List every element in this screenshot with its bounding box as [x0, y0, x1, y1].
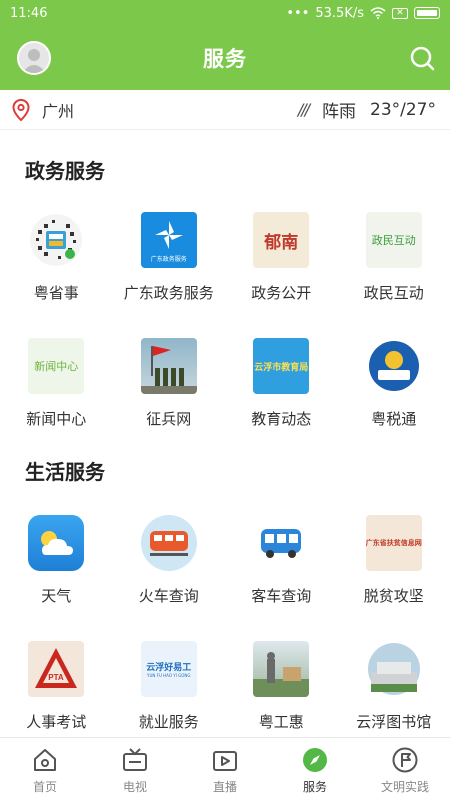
education-icon: 云浮市教育局: [253, 338, 310, 394]
service-item-gov-interact[interactable]: 政民互动 政民互动: [338, 202, 450, 328]
news-icon-text: 新闻中心: [34, 360, 79, 373]
service-item-train[interactable]: 火车查询: [113, 505, 226, 631]
service-item-news[interactable]: 新闻中心 新闻中心: [0, 328, 113, 454]
union-icon: [253, 641, 310, 697]
status-dots: •••: [286, 5, 310, 21]
edu-icon-text: 云浮市教育局: [254, 362, 309, 373]
library-icon: [365, 641, 422, 697]
recruit-icon: [140, 338, 197, 394]
tab-label: 文明实践: [380, 780, 429, 794]
employment-icon: 云浮好易工 YUN FU HAO YI GONG: [140, 641, 197, 697]
service-label: 人事考试: [26, 713, 87, 731]
life-services-grid: 天气 火车查询 客车查询 广东省扶贫信息网 脱贫攻坚 PTA 人事考试 云浮好易…: [0, 505, 450, 757]
service-label: 粤税通: [371, 410, 417, 428]
service-item-yueshengshi[interactable]: 粤省事: [0, 202, 113, 328]
service-label: 云浮图书馆: [356, 713, 432, 731]
section-title-gov: 政务服务: [25, 159, 105, 183]
tab-tv[interactable]: 电视: [90, 738, 180, 800]
service-label: 征兵网: [146, 410, 192, 428]
gov-services-grid: 粤省事 广东政务服务 广东政务服务 郁南 政务公开 政民互动 政民互动 新闻中心…: [0, 202, 450, 454]
home-icon: [34, 749, 56, 771]
rain-icon: ///: [297, 100, 310, 119]
service-item-weather[interactable]: 天气: [0, 505, 113, 631]
service-label: 新闻中心: [26, 410, 87, 428]
poverty-icon-text: 广东省扶贫信息网: [365, 538, 422, 547]
gov-interact-icon-text: 政民互动: [371, 234, 416, 247]
weather-info: /// 阵雨 23°/27°: [297, 97, 436, 123]
service-item-recruit[interactable]: 征兵网: [113, 328, 226, 454]
exam-icon: PTA: [28, 641, 85, 697]
tax-icon: [365, 338, 422, 394]
bus-icon: [253, 515, 310, 571]
service-label: 政务公开: [251, 284, 312, 302]
tab-civilization[interactable]: 文明实践: [360, 738, 450, 800]
app-header: 服务: [0, 26, 450, 90]
poverty-icon: 广东省扶贫信息网: [365, 515, 422, 571]
wifi-icon: [370, 7, 386, 19]
employ-icon-subtext: YUN FU HAO YI GONG: [147, 673, 191, 678]
train-icon: [140, 515, 197, 571]
city-label[interactable]: 广州: [42, 98, 74, 122]
tv-icon: [123, 748, 147, 771]
weather-condition: 阵雨: [322, 102, 356, 122]
flag-icon: [392, 747, 418, 773]
status-time: 11:46: [10, 5, 48, 21]
status-bar: 11:46 ••• 53.5K/s ✕: [0, 0, 450, 26]
gd-gov-service-icon: 广东政务服务: [140, 212, 197, 268]
tab-label: 直播: [212, 780, 237, 794]
service-item-gov-open[interactable]: 郁南 政务公开: [225, 202, 338, 328]
bottom-tab-bar: 首页 电视 直播 服务 文明实践: [0, 737, 450, 800]
news-center-icon: 新闻中心: [28, 338, 85, 394]
avatar[interactable]: [17, 41, 51, 75]
service-item-tax[interactable]: 粤税通: [338, 328, 450, 454]
service-label: 政民互动: [363, 284, 424, 302]
tab-label: 电视: [122, 780, 147, 794]
user-avatar-icon: [19, 43, 49, 73]
live-icon: [213, 751, 237, 771]
network-speed: 53.5K/s: [315, 5, 364, 21]
tab-home[interactable]: 首页: [0, 738, 90, 800]
location-weather-bar: 广州 /// 阵雨 23°/27°: [0, 90, 450, 130]
gov-open-icon-text: 郁南: [264, 232, 299, 253]
tab-live[interactable]: 直播: [180, 738, 270, 800]
service-item-education[interactable]: 云浮市教育局 教育动态: [225, 328, 338, 454]
search-icon[interactable]: [408, 44, 436, 72]
service-item-poverty[interactable]: 广东省扶贫信息网 脱贫攻坚: [338, 505, 450, 631]
compass-icon: [303, 748, 327, 772]
service-label: 广东政务服务: [123, 284, 214, 302]
weather-icon: [28, 515, 85, 571]
service-label: 教育动态: [251, 410, 312, 428]
service-label: 就业服务: [138, 713, 199, 731]
service-label: 客车查询: [251, 587, 312, 605]
qr-code-icon: [28, 212, 85, 268]
battery-icon: [414, 7, 440, 19]
gov-interact-icon: 政民互动: [365, 212, 422, 268]
section-title-life: 生活服务: [25, 460, 105, 484]
service-item-bus[interactable]: 客车查询: [225, 505, 338, 631]
page-title: 服务: [203, 47, 247, 71]
service-label: 脱贫攻坚: [363, 587, 424, 605]
gov-open-icon: 郁南: [253, 212, 310, 268]
service-label: 天气: [41, 587, 72, 605]
gd-gov-icon-text: 广东政务服务: [150, 255, 187, 263]
tab-label: 服务: [302, 780, 327, 794]
status-right: ••• 53.5K/s ✕: [286, 6, 440, 21]
employ-icon-text: 云浮好易工: [146, 663, 192, 673]
service-item-gd-gov[interactable]: 广东政务服务 广东政务服务: [113, 202, 226, 328]
tab-service[interactable]: 服务: [270, 738, 360, 800]
service-label: 粤省事: [33, 284, 79, 302]
sim-x-icon: ✕: [392, 7, 408, 19]
location-pin-icon: [12, 98, 30, 121]
exam-icon-text: PTA: [49, 673, 65, 682]
temperature: 23°/27°: [370, 99, 436, 120]
service-label: 火车查询: [138, 587, 199, 605]
service-label: 粤工惠: [258, 713, 304, 731]
tab-label: 首页: [32, 780, 57, 794]
